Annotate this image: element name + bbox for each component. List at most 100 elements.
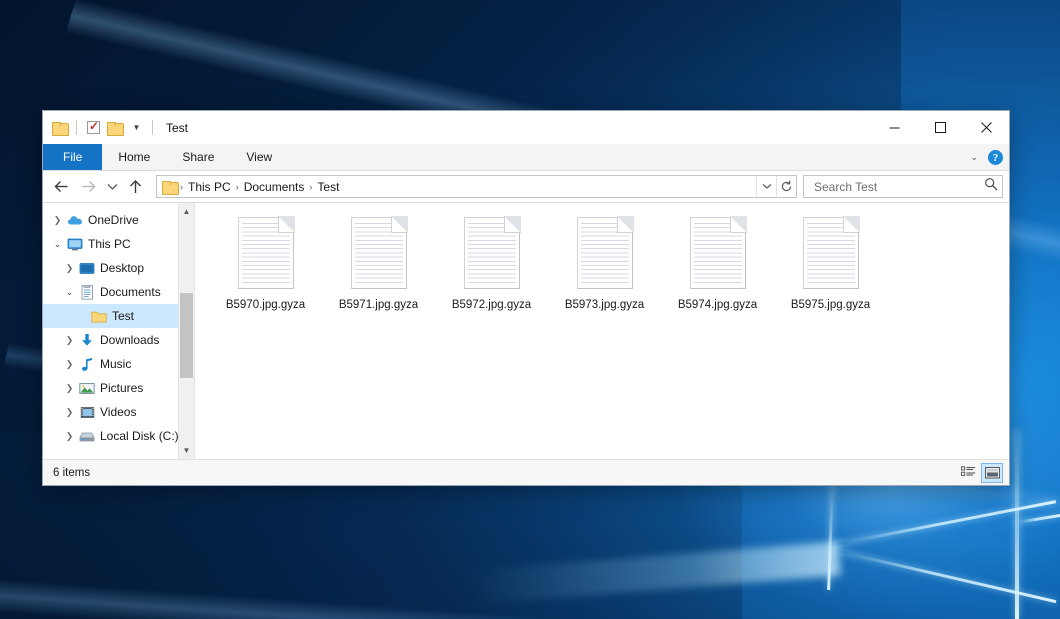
up-button[interactable] [123, 174, 148, 199]
minimize-button[interactable] [871, 111, 917, 144]
file-name-label: B5971.jpg.gyza [339, 298, 418, 312]
scrollbar-thumb[interactable] [180, 293, 193, 377]
sidebar-item-pictures[interactable]: ❯ Pictures [43, 376, 194, 400]
file-list[interactable]: B5970.jpg.gyza B5971.jpg.gyza B5972.jpg.… [195, 203, 1009, 459]
file-item[interactable]: B5972.jpg.gyza [435, 213, 548, 337]
search-icon[interactable] [984, 177, 998, 196]
sidebar-scrollbar[interactable]: ▲ ▼ [178, 203, 194, 459]
title-bar: ▼ Test [43, 111, 1009, 144]
folder-tree: ❯ OneDrive ⌄ [43, 203, 194, 459]
search-input[interactable] [812, 179, 984, 195]
forward-button[interactable] [76, 174, 101, 199]
desktop: ▼ Test File Home Share View [0, 0, 1060, 619]
chevron-down-icon[interactable]: ⌄ [61, 288, 78, 297]
tab-home[interactable]: Home [102, 144, 166, 170]
sidebar-item-label: OneDrive [88, 213, 139, 227]
breadcrumb: › This PC › Documents › Test [179, 180, 756, 194]
new-folder-icon[interactable] [106, 120, 123, 136]
picture-icon [78, 382, 96, 395]
address-bar[interactable]: › This PC › Documents › Test [156, 175, 797, 198]
chevron-right-icon[interactable]: ❯ [61, 360, 78, 369]
sidebar-item-label: Downloads [100, 333, 159, 347]
file-item[interactable]: B5975.jpg.gyza [774, 213, 887, 337]
address-folder-icon [162, 181, 177, 193]
file-item[interactable]: B5974.jpg.gyza [661, 213, 774, 337]
properties-icon[interactable] [85, 120, 102, 136]
refresh-icon[interactable] [776, 176, 796, 197]
quick-access-toolbar: ▼ [51, 120, 157, 136]
generic-document-icon [690, 217, 746, 289]
sidebar-item-label: Local Disk (C:) [100, 429, 179, 443]
sidebar-item-desktop[interactable]: ❯ Desktop [43, 256, 194, 280]
drive-icon [78, 430, 96, 443]
breadcrumb-this-pc[interactable]: This PC [184, 180, 235, 194]
help-icon[interactable]: ? [988, 150, 1003, 165]
video-icon [78, 406, 96, 419]
chevron-right-icon[interactable]: ❯ [61, 432, 78, 441]
navigation-pane: ❯ OneDrive ⌄ [43, 203, 195, 459]
window-title: Test [166, 121, 188, 135]
chevron-right-icon[interactable]: ❯ [61, 384, 78, 393]
chevron-right-icon[interactable]: ❯ [49, 216, 66, 225]
file-name-label: B5974.jpg.gyza [678, 298, 757, 312]
ribbon-right-controls: ⌄ ? [970, 144, 1003, 171]
chevron-right-icon[interactable]: ❯ [61, 336, 78, 345]
tab-share[interactable]: Share [166, 144, 230, 170]
sidebar-item-local-disk-c[interactable]: ❯ Local Disk (C:) [43, 424, 194, 448]
sidebar-item-test[interactable]: Test [43, 304, 194, 328]
large-icons-view-button[interactable] [981, 463, 1003, 483]
details-view-button[interactable] [957, 463, 979, 483]
sidebar-item-music[interactable]: ❯ Music [43, 352, 194, 376]
tab-file[interactable]: File [43, 144, 102, 170]
scroll-up-icon[interactable]: ▲ [179, 203, 195, 220]
chevron-down-icon[interactable] [756, 176, 776, 197]
sidebar-item-label: Pictures [100, 381, 143, 395]
toolbar-separator [76, 120, 77, 135]
item-count-label: 6 items [53, 467, 90, 479]
folder-icon[interactable] [51, 120, 68, 136]
close-button[interactable] [963, 111, 1009, 144]
maximize-button[interactable] [917, 111, 963, 144]
document-icon [78, 285, 96, 300]
download-icon [78, 333, 96, 348]
file-explorer-window: ▼ Test File Home Share View [42, 110, 1010, 486]
ribbon-tab-bar: File Home Share View ⌄ ? [43, 144, 1009, 171]
sidebar-item-documents[interactable]: ⌄ Documents [43, 280, 194, 304]
folder-icon [90, 310, 108, 323]
music-icon [78, 357, 96, 372]
breadcrumb-documents[interactable]: Documents [240, 180, 309, 194]
sidebar-item-downloads[interactable]: ❯ Downloads [43, 328, 194, 352]
back-button[interactable] [49, 174, 74, 199]
sidebar-item-onedrive[interactable]: ❯ OneDrive [43, 208, 194, 232]
tab-view[interactable]: View [230, 144, 288, 170]
sidebar-item-label: Documents [100, 285, 161, 299]
explorer-body: ❯ OneDrive ⌄ [43, 202, 1009, 459]
generic-document-icon [577, 217, 633, 289]
scroll-down-icon[interactable]: ▼ [179, 442, 195, 459]
file-name-label: B5972.jpg.gyza [452, 298, 531, 312]
sidebar-item-label: Test [112, 309, 134, 323]
file-item[interactable]: B5971.jpg.gyza [322, 213, 435, 337]
navigation-bar: › This PC › Documents › Test [43, 171, 1009, 202]
address-bar-buttons [756, 176, 796, 197]
customize-caret-icon[interactable]: ▼ [127, 120, 144, 136]
recent-locations-button[interactable] [103, 174, 121, 199]
scrollbar-track[interactable] [179, 220, 195, 442]
desktop-icon [78, 262, 96, 275]
breadcrumb-test[interactable]: Test [313, 180, 343, 194]
sidebar-item-label: Music [100, 357, 131, 371]
sidebar-item-label: This PC [88, 237, 131, 251]
file-item[interactable]: B5973.jpg.gyza [548, 213, 661, 337]
sidebar-item-videos[interactable]: ❯ [43, 400, 194, 424]
sidebar-item-this-pc[interactable]: ⌄ This PC [43, 232, 194, 256]
chevron-down-icon[interactable]: ⌄ [49, 240, 66, 249]
generic-document-icon [351, 217, 407, 289]
search-box[interactable] [803, 175, 1003, 198]
sidebar-item-label: Videos [100, 405, 136, 419]
chevron-down-icon[interactable]: ⌄ [970, 152, 978, 163]
chevron-right-icon[interactable]: ❯ [61, 408, 78, 417]
generic-document-icon [803, 217, 859, 289]
chevron-right-icon[interactable]: ❯ [61, 264, 78, 273]
file-item[interactable]: B5970.jpg.gyza [209, 213, 322, 337]
sidebar-item-label: Desktop [100, 261, 144, 275]
